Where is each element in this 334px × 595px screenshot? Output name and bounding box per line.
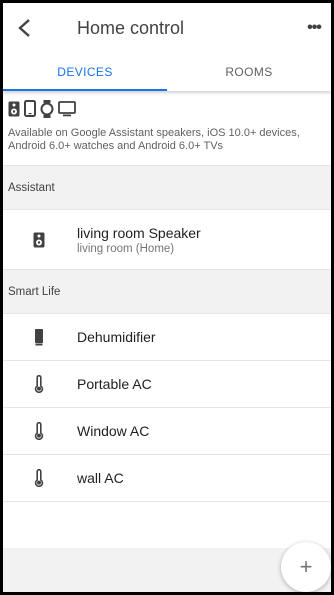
app-screen: Home control ••• DEVICES ROOMS Available… <box>3 3 331 592</box>
device-name: wall AC <box>77 470 124 486</box>
availability-text: Available on Google Assistant speakers, … <box>8 127 300 152</box>
device-row-living-room-speaker[interactable]: living room Speaker living room (Home) <box>3 210 331 270</box>
top-bar: Home control ••• <box>3 3 331 53</box>
speaker-icon <box>8 101 20 122</box>
device-row-dehumidifier[interactable]: Dehumidifier <box>3 314 331 361</box>
more-horizontal-icon[interactable]: ••• <box>297 16 331 40</box>
page-title: Home control <box>77 17 185 38</box>
app-bar: Home control ••• DEVICES ROOMS <box>3 3 331 91</box>
device-row-window-ac[interactable]: Window AC <box>3 408 331 455</box>
add-icon[interactable]: + <box>281 542 331 592</box>
tab-rooms[interactable]: ROOMS <box>167 53 331 91</box>
device-icons <box>8 99 325 123</box>
tab-devices[interactable]: DEVICES <box>3 53 167 91</box>
device-name: Window AC <box>77 423 150 439</box>
device-name: Dehumidifier <box>77 329 156 345</box>
thermometer-icon <box>27 375 51 393</box>
device-row-portable-ac[interactable]: Portable AC <box>3 361 331 408</box>
device-row-wall-ac[interactable]: wall AC <box>3 455 331 502</box>
availability-info: Available on Google Assistant speakers, … <box>3 91 331 166</box>
section-header-assistant: Assistant <box>3 166 331 210</box>
device-name: Portable AC <box>77 376 152 392</box>
arrow-back-icon[interactable] <box>17 16 37 40</box>
thermometer-icon <box>27 422 51 440</box>
section-header-smart-life: Smart Life <box>3 270 331 314</box>
dehumidifier-icon <box>27 328 51 346</box>
speaker-icon <box>27 232 51 248</box>
device-name: living room Speaker <box>77 224 201 241</box>
tv-icon <box>58 100 76 122</box>
tab-bar: DEVICES ROOMS <box>3 53 331 91</box>
phone-icon <box>24 100 36 122</box>
watch-icon <box>40 99 54 123</box>
thermometer-icon <box>27 469 51 487</box>
device-location: living room (Home) <box>77 242 175 255</box>
device-text: living room Speaker living room (Home) <box>77 225 201 255</box>
